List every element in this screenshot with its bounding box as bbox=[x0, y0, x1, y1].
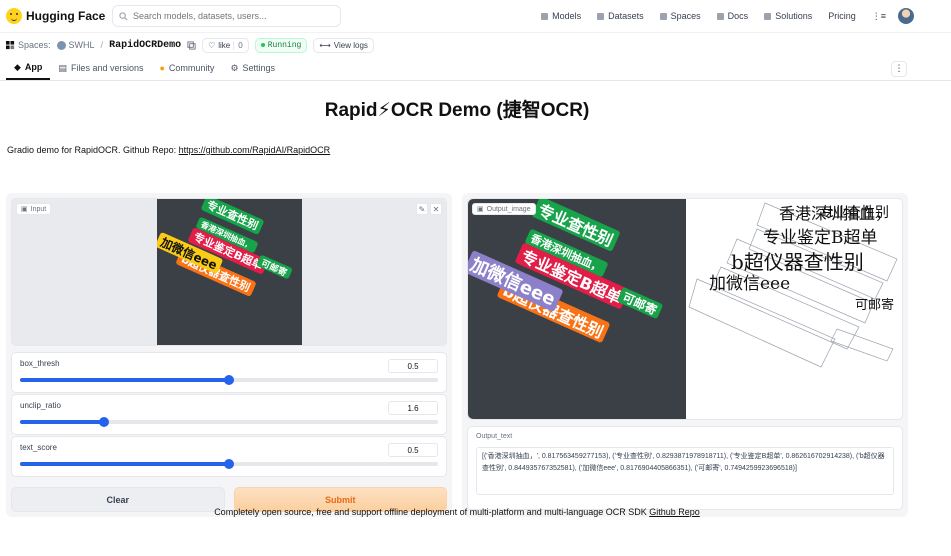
tab-community[interactable]: ● Community bbox=[151, 56, 222, 80]
recognized-text: 可邮寄 bbox=[855, 297, 894, 313]
ocr-result-canvas: 香港深圳抽血， 专业鉴定B超单 b超仪器查性别 加微信eee 可邮寄 专业查性别 bbox=[688, 202, 898, 368]
nav-more-menu[interactable]: ⋮≡ bbox=[872, 11, 886, 22]
user-avatar[interactable] bbox=[898, 8, 914, 24]
nav-docs[interactable]: Docs bbox=[716, 11, 748, 21]
heart-icon: ♡ bbox=[208, 40, 216, 50]
box-thresh-slider[interactable]: box_thresh 0.5 bbox=[11, 352, 447, 393]
slider-track[interactable] bbox=[20, 417, 438, 427]
recognized-text: 专业查性别 bbox=[819, 205, 889, 221]
tab-settings[interactable]: ⚙ Settings bbox=[222, 56, 283, 80]
solutions-icon bbox=[764, 12, 772, 20]
tab-files[interactable]: ▤ Files and versions bbox=[50, 56, 151, 80]
image-icon: ▣ bbox=[477, 206, 484, 213]
space-tabs: ◆ App ▤ Files and versions ● Community ⚙ Set… bbox=[0, 57, 951, 81]
slider-thumb[interactable] bbox=[224, 459, 234, 469]
sticker-text: 可邮寄 bbox=[616, 286, 664, 320]
more-options-button[interactable]: ⋮ bbox=[891, 60, 907, 77]
unclip-ratio-slider[interactable]: unclip_ratio 1.6 bbox=[11, 394, 447, 435]
input-image-panel[interactable]: ▣ Input ✎ ✕ 专业查性别 香港深圳抽血， 专业鉴定B超单 b超仪器查性别… bbox=[11, 198, 447, 346]
brand-name: Hugging Face bbox=[26, 9, 106, 23]
input-column: ▣ Input ✎ ✕ 专业查性别 香港深圳抽血， 专业鉴定B超单 b超仪器查性别… bbox=[6, 193, 452, 517]
app-description: Gradio demo for RapidOCR. Github Repo: h… bbox=[7, 145, 331, 155]
search-input[interactable] bbox=[133, 11, 323, 21]
sticker-text: 可邮寄 bbox=[256, 254, 293, 280]
slider-number-input[interactable]: 1.6 bbox=[388, 401, 438, 415]
input-label: ▣ Input bbox=[16, 203, 52, 215]
slider-number-input[interactable]: 0.5 bbox=[388, 359, 438, 373]
input-photo: 专业查性别 香港深圳抽血， 专业鉴定B超单 b超仪器查性别 加微信eee 可邮寄 bbox=[157, 199, 302, 345]
image-icon: ▣ bbox=[21, 206, 28, 213]
running-dot-icon bbox=[260, 43, 265, 47]
spaces-label: Spaces: bbox=[6, 40, 51, 50]
app-container: Rapid⚡OCR Demo (捷智OCR) Gradio demo for R… bbox=[0, 81, 951, 529]
parameter-sliders: box_thresh 0.5 unclip_ratio 1.6 text_sco… bbox=[11, 352, 447, 477]
recognized-text: 专业鉴定B超单 bbox=[763, 228, 878, 248]
repo-name-link[interactable]: RapidOCRDemo bbox=[109, 40, 181, 51]
output-text-panel: Output_text [('香港深圳抽血，', 0.8175634592771… bbox=[467, 426, 903, 510]
slider-fill bbox=[20, 462, 229, 466]
text-score-slider[interactable]: text_score 0.5 bbox=[11, 436, 447, 477]
output-textbox[interactable]: [('香港深圳抽血，', 0.817563459277153), ('专业查性别… bbox=[476, 447, 894, 495]
app-icon: ◆ bbox=[14, 61, 21, 72]
path-separator: / bbox=[100, 40, 104, 50]
spaces-logo-icon bbox=[6, 40, 15, 49]
slider-thumb[interactable] bbox=[98, 417, 109, 427]
edit-icon[interactable]: ✎ bbox=[416, 203, 428, 215]
space-owner-link[interactable]: SWHL bbox=[56, 40, 95, 50]
nav-solutions[interactable]: Solutions bbox=[764, 11, 812, 21]
output-column: ▣Output_image 专业查性别 香港深圳抽血， 专业鉴定B超单 b超仪器… bbox=[462, 193, 908, 517]
slider-track[interactable] bbox=[20, 375, 438, 385]
view-logs-button[interactable]: ⟷ View logs bbox=[313, 37, 374, 53]
logs-icon: ⟷ bbox=[319, 40, 331, 50]
recognized-text: b超仪器查性别 bbox=[731, 250, 864, 274]
menu-icon: ⋮≡ bbox=[871, 10, 886, 21]
settings-icon: ⚙ bbox=[230, 62, 239, 73]
space-header: Spaces: SWHL / RapidOCRDemo ♡ like 0 Run… bbox=[0, 33, 951, 57]
slider-number-input[interactable]: 0.5 bbox=[388, 443, 438, 457]
output-photo-original: 专业查性别 香港深圳抽血， 专业鉴定B超单 b超仪器查性别 加微信eee 可邮寄 bbox=[468, 199, 686, 419]
like-button[interactable]: ♡ like 0 bbox=[202, 37, 249, 53]
owner-avatar bbox=[56, 40, 66, 50]
nav-pricing[interactable]: Pricing bbox=[828, 11, 856, 21]
status-badge: Running bbox=[254, 37, 308, 53]
nav-datasets[interactable]: Datasets bbox=[597, 11, 644, 21]
hf-logo[interactable]: Hugging Face bbox=[6, 8, 106, 24]
spaces-icon bbox=[659, 12, 667, 20]
community-icon: ● bbox=[159, 63, 165, 73]
nav-links: Models Datasets Spaces Docs Solutions Pr… bbox=[541, 11, 886, 22]
output-image-label: ▣ Output_image bbox=[472, 203, 536, 215]
output-text-label: Output_text bbox=[476, 433, 513, 440]
top-navbar: Hugging Face Models Datasets Spaces Docs… bbox=[0, 0, 951, 33]
slider-label: text_score bbox=[20, 443, 57, 452]
github-repo-link[interactable]: https://github.com/RapidAI/RapidOCR bbox=[179, 145, 331, 155]
slider-track[interactable] bbox=[20, 459, 438, 469]
search-icon bbox=[119, 11, 128, 20]
image-tools: ✎ ✕ bbox=[416, 203, 442, 215]
slider-fill bbox=[20, 420, 104, 424]
slider-label: box_thresh bbox=[20, 359, 60, 368]
files-icon: ▤ bbox=[58, 62, 67, 73]
hugging-face-icon bbox=[6, 8, 22, 24]
page-title: Rapid⚡OCR Demo (捷智OCR) bbox=[324, 100, 590, 121]
docs-icon bbox=[716, 12, 724, 20]
datasets-icon bbox=[597, 12, 605, 20]
recognized-text: 加微信eee bbox=[709, 274, 790, 294]
slider-fill bbox=[20, 378, 229, 382]
page-footer: Completely open source, free and support… bbox=[214, 507, 700, 517]
detection-box bbox=[830, 328, 894, 362]
close-icon[interactable]: ✕ bbox=[430, 203, 442, 215]
slider-thumb[interactable] bbox=[224, 375, 234, 385]
footer-github-link[interactable]: Github Repo bbox=[649, 507, 700, 517]
nav-spaces[interactable]: Spaces bbox=[659, 11, 701, 21]
copy-icon[interactable] bbox=[187, 40, 196, 50]
output-image-panel: ▣Output_image 专业查性别 香港深圳抽血， 专业鉴定B超单 b超仪器… bbox=[467, 198, 903, 420]
search-box[interactable] bbox=[112, 5, 341, 27]
models-icon bbox=[541, 12, 549, 20]
slider-label: unclip_ratio bbox=[20, 401, 61, 410]
tab-app[interactable]: ◆ App bbox=[6, 56, 51, 80]
nav-models[interactable]: Models bbox=[541, 11, 581, 21]
like-count: 0 bbox=[233, 40, 243, 50]
